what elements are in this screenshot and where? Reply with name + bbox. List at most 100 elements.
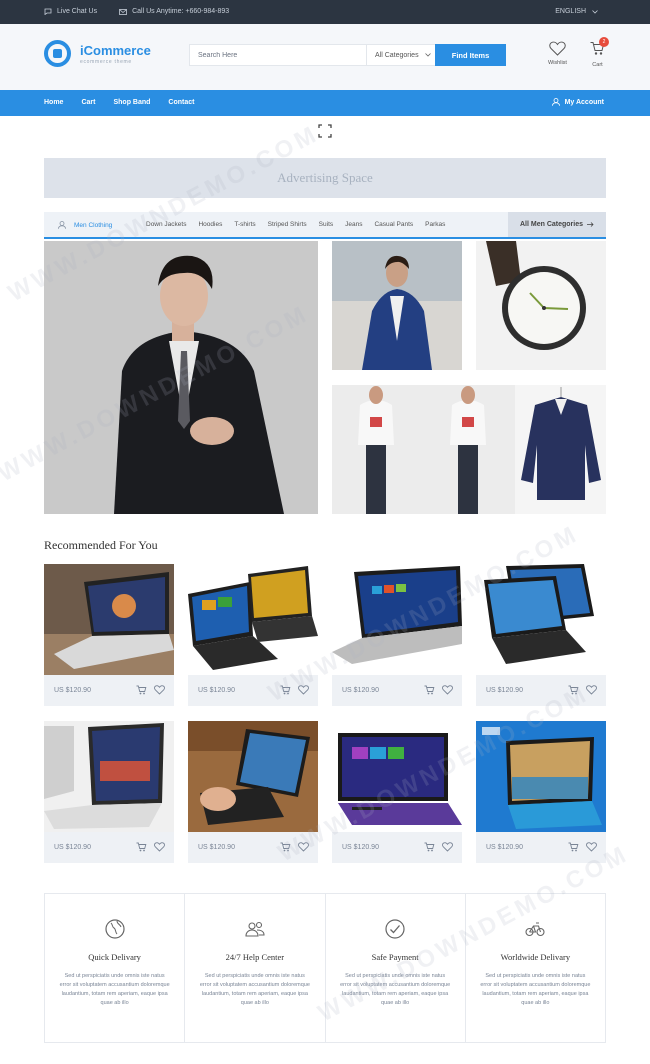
cart-icon[interactable] xyxy=(280,685,291,695)
feature-safe-payment: Safe Payment Sed ut perspiciatis unde om… xyxy=(326,894,466,1042)
product-price: US $120.90 xyxy=(198,844,235,851)
product-image[interactable] xyxy=(188,721,318,832)
chat-icon xyxy=(44,8,52,15)
product-card[interactable]: US $120.90 xyxy=(332,564,462,706)
cart-icon[interactable] xyxy=(568,842,579,852)
product-image[interactable] xyxy=(332,564,462,675)
category-link[interactable]: T-shirts xyxy=(234,221,255,228)
feature-title: Safe Payment xyxy=(371,952,419,962)
wishlist-label: Wishlist xyxy=(548,60,567,66)
chevron-down-icon xyxy=(424,53,431,57)
nav-item-shop-band[interactable]: Shop Band xyxy=(113,99,150,106)
brand-tagline: ecommerce theme xyxy=(80,59,132,65)
feature-text: Sed ut perspiciatis unde omnis iste natu… xyxy=(340,973,451,1006)
cart-icon[interactable] xyxy=(568,685,579,695)
category-link[interactable]: Hoodies xyxy=(198,221,222,228)
loading-spinner-icon xyxy=(318,124,332,138)
cart-icon[interactable] xyxy=(424,685,435,695)
bicycle-icon xyxy=(525,922,545,937)
cart-label: Cart xyxy=(592,62,603,68)
wishlist-button[interactable]: Wishlist xyxy=(548,41,567,66)
dotted-shirt-illustration xyxy=(515,385,606,514)
arrow-right-icon xyxy=(587,222,594,227)
my-account-link[interactable]: My Account xyxy=(551,98,604,106)
live-chat-link[interactable]: Live Chat Us xyxy=(44,8,97,15)
product-image[interactable] xyxy=(476,564,606,675)
product-card[interactable]: US $120.90 xyxy=(476,721,606,863)
check-circle-icon xyxy=(385,919,405,939)
product-card[interactable]: US $120.90 xyxy=(44,564,174,706)
globe-icon xyxy=(105,919,125,939)
category-link[interactable]: Casual Pants xyxy=(374,221,413,228)
hero-tshirts-image[interactable] xyxy=(332,385,515,514)
category-select[interactable]: All Categories xyxy=(366,45,434,65)
hero-suit-man-image[interactable] xyxy=(44,241,318,514)
product-image[interactable] xyxy=(44,564,174,675)
heart-icon[interactable] xyxy=(442,685,453,695)
product-image[interactable] xyxy=(476,721,606,832)
header: iCommerce ecommerce theme All Categories… xyxy=(0,24,650,90)
product-image[interactable] xyxy=(332,721,462,832)
language-label: ENGLISH xyxy=(555,8,586,15)
my-account-label: My Account xyxy=(564,98,604,106)
cart-count-badge: 2 xyxy=(599,37,609,47)
category-men-clothing[interactable]: Men Clothing xyxy=(58,221,112,229)
hero-dotted-shirt-image[interactable] xyxy=(515,385,606,514)
search-bar: All Categories Find Items xyxy=(189,44,506,66)
nav-item-cart[interactable]: Cart xyxy=(81,99,95,106)
category-link[interactable]: Down Jackets xyxy=(146,221,186,228)
cart-icon[interactable] xyxy=(280,842,291,852)
category-men-clothing-label: Men Clothing xyxy=(74,221,113,229)
hero-blue-jacket-image[interactable] xyxy=(332,241,462,370)
tshirts-illustration xyxy=(332,385,515,514)
product-image[interactable] xyxy=(188,564,318,675)
cart-icon[interactable] xyxy=(136,842,147,852)
search-input[interactable] xyxy=(190,45,366,65)
user-icon xyxy=(551,98,560,106)
logo-icon[interactable] xyxy=(44,40,71,67)
user-icon xyxy=(58,221,66,229)
heart-icon[interactable] xyxy=(586,685,597,695)
heart-icon[interactable] xyxy=(298,685,309,695)
product-card[interactable]: US $120.90 xyxy=(44,721,174,863)
heart-icon[interactable] xyxy=(442,842,453,852)
category-link[interactable]: Jeans xyxy=(345,221,362,228)
product-price: US $120.90 xyxy=(486,844,523,851)
product-image[interactable] xyxy=(44,721,174,832)
product-card[interactable]: US $120.90 xyxy=(332,721,462,863)
nav-item-home[interactable]: Home xyxy=(44,99,63,106)
category-select-label: All Categories xyxy=(375,51,419,59)
feature-worldwide-delivery: Worldwide Delivary Sed ut perspiciatis u… xyxy=(466,894,605,1042)
category-link[interactable]: Suits xyxy=(319,221,333,228)
product-card[interactable]: US $120.90 xyxy=(188,721,318,863)
heart-icon[interactable] xyxy=(154,842,165,852)
heart-icon[interactable] xyxy=(154,685,165,695)
product-price: US $120.90 xyxy=(342,844,379,851)
language-selector[interactable]: ENGLISH xyxy=(555,8,598,15)
heart-icon[interactable] xyxy=(586,842,597,852)
category-link[interactable]: Parkas xyxy=(425,221,445,228)
main-nav: Home Cart Shop Band Contact My Account xyxy=(0,90,650,116)
all-men-categories-label: All Men Categories xyxy=(519,221,583,228)
product-card[interactable]: US $120.90 xyxy=(188,564,318,706)
hero-watch-image[interactable] xyxy=(476,241,606,370)
brand-name[interactable]: iCommerce xyxy=(80,43,151,58)
cart-icon[interactable] xyxy=(424,842,435,852)
chevron-down-icon xyxy=(592,9,598,14)
cart-icon[interactable] xyxy=(136,685,147,695)
nav-item-contact[interactable]: Contact xyxy=(168,99,194,106)
mail-icon xyxy=(119,8,127,15)
category-link[interactable]: Striped Shirts xyxy=(268,221,307,228)
heart-icon xyxy=(549,41,566,56)
product-card[interactable]: US $120.90 xyxy=(476,564,606,706)
product-price: US $120.90 xyxy=(342,687,379,694)
feature-text: Sed ut perspiciatis unde omnis iste natu… xyxy=(199,973,310,1006)
top-bar: Live Chat Us Call Us Anytime: +660-984-8… xyxy=(0,0,650,24)
cart-button[interactable]: 2 Cart xyxy=(590,37,609,68)
heart-icon[interactable] xyxy=(298,842,309,852)
advertising-banner[interactable]: Advertising Space xyxy=(44,158,606,198)
all-men-categories-button[interactable]: All Men Categories xyxy=(508,212,606,237)
call-us-label: Call Us Anytime: +660-984-893 xyxy=(132,8,230,15)
find-items-button[interactable]: Find Items xyxy=(435,44,506,66)
product-price: US $120.90 xyxy=(198,687,235,694)
